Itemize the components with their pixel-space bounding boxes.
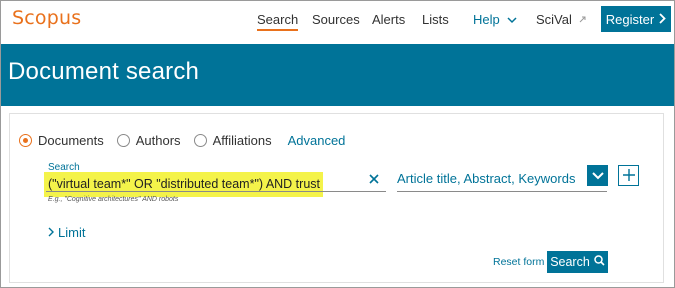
radio-affiliations-label: Affiliations <box>212 133 272 148</box>
register-label: Register <box>605 11 655 27</box>
nav-help-label: Help <box>473 12 500 27</box>
nav-sources[interactable]: Sources <box>312 12 360 27</box>
search-button[interactable]: Search <box>547 251 608 273</box>
search-input-underline <box>46 191 386 192</box>
radio-documents[interactable]: Documents <box>19 133 104 148</box>
nav-scival[interactable]: SciVal <box>536 12 586 27</box>
reset-form-link[interactable]: Reset form <box>493 256 544 268</box>
search-icon <box>594 255 605 269</box>
external-link-icon <box>579 15 586 25</box>
radio-button[interactable] <box>193 134 207 147</box>
plus-icon <box>622 167 635 184</box>
radio-documents-label: Documents <box>38 133 104 148</box>
page-banner: Document search <box>1 44 674 106</box>
top-navigation: Scopus Search Sources Alerts Lists Help … <box>1 1 674 45</box>
radio-authors[interactable]: Authors <box>116 133 181 148</box>
nav-help[interactable]: Help <box>473 12 517 27</box>
chevron-down-icon <box>507 12 517 27</box>
field-select-underline <box>397 191 607 192</box>
search-hint: E.g., "Cognitive architectures" AND robo… <box>48 196 179 203</box>
radio-button-selected[interactable] <box>19 134 32 147</box>
add-search-field-button[interactable] <box>618 165 639 186</box>
radio-authors-label: Authors <box>135 133 181 148</box>
chevron-right-icon <box>48 225 54 240</box>
chevron-right-icon <box>659 12 666 27</box>
field-dropdown-button[interactable] <box>587 165 608 186</box>
search-button-label: Search <box>550 255 590 269</box>
nav-alerts[interactable]: Alerts <box>372 12 405 27</box>
field-select-value[interactable]: Article title, Abstract, Keywords <box>397 171 575 186</box>
radio-affiliations[interactable]: Affiliations <box>193 133 272 148</box>
radio-button[interactable] <box>116 134 130 147</box>
page-title: Document search <box>8 58 200 85</box>
register-button[interactable]: Register <box>601 6 671 32</box>
nav-scival-label: SciVal <box>536 12 572 27</box>
scopus-logo[interactable]: Scopus <box>12 7 81 29</box>
nav-lists[interactable]: Lists <box>422 12 449 27</box>
search-type-selector: Documents Authors Affiliations Advanced <box>19 133 345 148</box>
nav-search[interactable]: Search <box>257 12 299 31</box>
limit-toggle[interactable]: Limit <box>48 225 85 240</box>
chevron-down-icon <box>591 167 604 185</box>
limit-label: Limit <box>58 225 86 240</box>
close-icon[interactable] <box>369 171 379 189</box>
advanced-search-link[interactable]: Advanced <box>288 133 346 148</box>
